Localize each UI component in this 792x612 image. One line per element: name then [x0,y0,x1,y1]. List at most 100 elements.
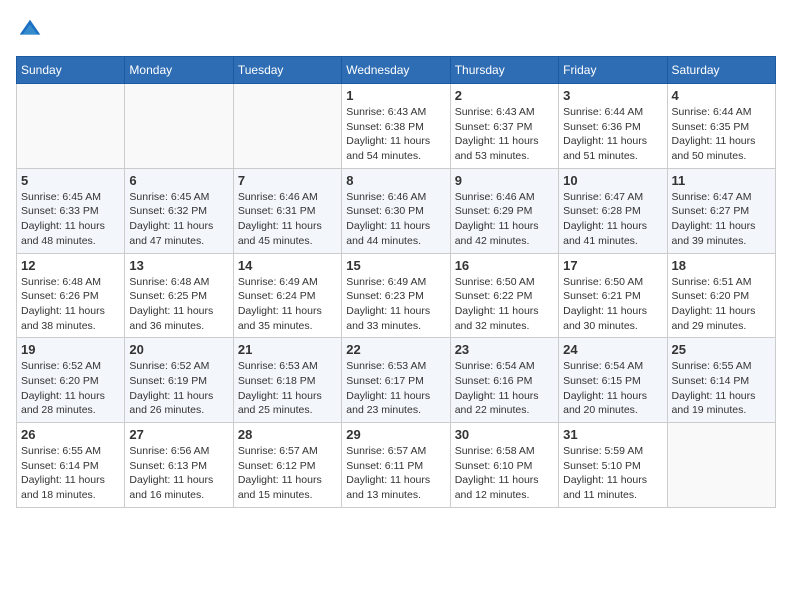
calendar-day-cell: 31Sunrise: 5:59 AM Sunset: 5:10 PM Dayli… [559,423,667,508]
calendar-table: SundayMondayTuesdayWednesdayThursdayFrid… [16,56,776,508]
calendar-day-cell: 23 Sunrise: 6:54 AM Sunset: 6:16 PM Dayli… [450,338,558,423]
calendar-day-cell: 21 Sunrise: 6:53 AM Sunset: 6:18 PM Dayli… [233,338,341,423]
calendar-day-cell: 29 Sunrise: 6:57 AM Sunset: 6:11 PM Dayli… [342,423,450,508]
calendar-day-cell: 10 Sunrise: 6:47 AM Sunset: 6:28 PM Dayli… [559,168,667,253]
logo-icon [16,16,44,44]
weekday-header: Friday [559,57,667,84]
day-number: 5 [21,173,120,188]
day-info: Sunrise: 6:44 AM Sunset: 6:36 PM Dayligh… [563,105,662,164]
weekday-header: Monday [125,57,233,84]
day-number: 7 [238,173,337,188]
day-number: 9 [455,173,554,188]
day-info: Sunrise: 6:47 AM Sunset: 6:27 PM Dayligh… [672,190,771,249]
day-info: Sunrise: 6:45 AM Sunset: 6:32 PM Dayligh… [129,190,228,249]
weekday-header: Saturday [667,57,775,84]
day-number: 28 [238,427,337,442]
day-info: Sunrise: 6:50 AM Sunset: 6:22 PM Dayligh… [455,275,554,334]
calendar-week-row: 26 Sunrise: 6:55 AM Sunset: 6:14 PM Dayli… [17,423,776,508]
calendar-day-cell: 25 Sunrise: 6:55 AM Sunset: 6:14 PM Dayli… [667,338,775,423]
day-number: 2 [455,88,554,103]
day-info: Sunrise: 6:55 AM Sunset: 6:14 PM Dayligh… [672,359,771,418]
calendar-header-row: SundayMondayTuesdayWednesdayThursdayFrid… [17,57,776,84]
day-number: 22 [346,342,445,357]
calendar-week-row: 12Sunrise: 6:48 AM Sunset: 6:26 PM Dayli… [17,253,776,338]
day-info: Sunrise: 6:53 AM Sunset: 6:17 PM Dayligh… [346,359,445,418]
calendar-day-cell: 6 Sunrise: 6:45 AM Sunset: 6:32 PM Daylig… [125,168,233,253]
day-number: 3 [563,88,662,103]
calendar-day-cell: 18 Sunrise: 6:51 AM Sunset: 6:20 PM Dayli… [667,253,775,338]
day-number: 23 [455,342,554,357]
day-number: 16 [455,258,554,273]
day-number: 25 [672,342,771,357]
calendar-day-cell: 7 Sunrise: 6:46 AM Sunset: 6:31 PM Daylig… [233,168,341,253]
day-info: Sunrise: 6:49 AM Sunset: 6:24 PM Dayligh… [238,275,337,334]
day-info: Sunrise: 6:47 AM Sunset: 6:28 PM Dayligh… [563,190,662,249]
logo [16,16,48,44]
day-info: Sunrise: 6:53 AM Sunset: 6:18 PM Dayligh… [238,359,337,418]
calendar-week-row: 19 Sunrise: 6:52 AM Sunset: 6:20 PM Dayli… [17,338,776,423]
calendar-day-cell: 2 Sunrise: 6:43 AM Sunset: 6:37 PM Daylig… [450,84,558,169]
day-info: Sunrise: 6:45 AM Sunset: 6:33 PM Dayligh… [21,190,120,249]
day-number: 26 [21,427,120,442]
day-number: 17 [563,258,662,273]
weekday-header: Tuesday [233,57,341,84]
calendar-day-cell: 17 Sunrise: 6:50 AM Sunset: 6:21 PM Dayli… [559,253,667,338]
day-number: 6 [129,173,228,188]
calendar-day-cell: 22 Sunrise: 6:53 AM Sunset: 6:17 PM Dayli… [342,338,450,423]
calendar-day-cell: 8Sunrise: 6:46 AM Sunset: 6:30 PM Daylig… [342,168,450,253]
calendar-week-row: 5 Sunrise: 6:45 AM Sunset: 6:33 PM Daylig… [17,168,776,253]
day-info: Sunrise: 6:58 AM Sunset: 6:10 PM Dayligh… [455,444,554,503]
day-number: 8 [346,173,445,188]
calendar-day-cell: 9 Sunrise: 6:46 AM Sunset: 6:29 PM Daylig… [450,168,558,253]
calendar-week-row: 1Sunrise: 6:43 AM Sunset: 6:38 PM Daylig… [17,84,776,169]
day-number: 29 [346,427,445,442]
day-number: 1 [346,88,445,103]
calendar-day-cell: 3 Sunrise: 6:44 AM Sunset: 6:36 PM Daylig… [559,84,667,169]
day-number: 19 [21,342,120,357]
day-info: Sunrise: 6:46 AM Sunset: 6:31 PM Dayligh… [238,190,337,249]
calendar-day-cell [125,84,233,169]
day-info: Sunrise: 6:57 AM Sunset: 6:12 PM Dayligh… [238,444,337,503]
calendar-day-cell: 20Sunrise: 6:52 AM Sunset: 6:19 PM Dayli… [125,338,233,423]
calendar-day-cell: 28 Sunrise: 6:57 AM Sunset: 6:12 PM Dayli… [233,423,341,508]
day-info: Sunrise: 6:43 AM Sunset: 6:37 PM Dayligh… [455,105,554,164]
day-info: Sunrise: 6:48 AM Sunset: 6:26 PM Dayligh… [21,275,120,334]
day-number: 11 [672,173,771,188]
day-number: 10 [563,173,662,188]
day-info: Sunrise: 6:49 AM Sunset: 6:23 PM Dayligh… [346,275,445,334]
day-info: Sunrise: 6:54 AM Sunset: 6:16 PM Dayligh… [455,359,554,418]
day-info: Sunrise: 6:44 AM Sunset: 6:35 PM Dayligh… [672,105,771,164]
calendar-day-cell: 14Sunrise: 6:49 AM Sunset: 6:24 PM Dayli… [233,253,341,338]
calendar-day-cell: 4 Sunrise: 6:44 AM Sunset: 6:35 PM Daylig… [667,84,775,169]
calendar-day-cell: 15Sunrise: 6:49 AM Sunset: 6:23 PM Dayli… [342,253,450,338]
weekday-header: Thursday [450,57,558,84]
day-number: 24 [563,342,662,357]
day-number: 4 [672,88,771,103]
day-info: Sunrise: 6:50 AM Sunset: 6:21 PM Dayligh… [563,275,662,334]
day-info: Sunrise: 6:56 AM Sunset: 6:13 PM Dayligh… [129,444,228,503]
day-number: 18 [672,258,771,273]
calendar-day-cell: 30 Sunrise: 6:58 AM Sunset: 6:10 PM Dayli… [450,423,558,508]
day-number: 21 [238,342,337,357]
weekday-header: Sunday [17,57,125,84]
day-info: Sunrise: 6:52 AM Sunset: 6:19 PM Dayligh… [129,359,228,418]
calendar-day-cell: 16 Sunrise: 6:50 AM Sunset: 6:22 PM Dayli… [450,253,558,338]
calendar-day-cell: 24 Sunrise: 6:54 AM Sunset: 6:15 PM Dayli… [559,338,667,423]
calendar-day-cell [233,84,341,169]
calendar-day-cell: 5 Sunrise: 6:45 AM Sunset: 6:33 PM Daylig… [17,168,125,253]
calendar-day-cell: 12Sunrise: 6:48 AM Sunset: 6:26 PM Dayli… [17,253,125,338]
day-info: Sunrise: 6:52 AM Sunset: 6:20 PM Dayligh… [21,359,120,418]
calendar-day-cell [17,84,125,169]
day-info: Sunrise: 6:55 AM Sunset: 6:14 PM Dayligh… [21,444,120,503]
day-number: 13 [129,258,228,273]
weekday-header: Wednesday [342,57,450,84]
day-info: Sunrise: 6:57 AM Sunset: 6:11 PM Dayligh… [346,444,445,503]
day-info: Sunrise: 5:59 AM Sunset: 5:10 PM Dayligh… [563,444,662,503]
page-header [16,16,776,44]
day-info: Sunrise: 6:54 AM Sunset: 6:15 PM Dayligh… [563,359,662,418]
day-number: 30 [455,427,554,442]
day-info: Sunrise: 6:46 AM Sunset: 6:29 PM Dayligh… [455,190,554,249]
calendar-day-cell [667,423,775,508]
day-info: Sunrise: 6:51 AM Sunset: 6:20 PM Dayligh… [672,275,771,334]
calendar-day-cell: 19 Sunrise: 6:52 AM Sunset: 6:20 PM Dayli… [17,338,125,423]
